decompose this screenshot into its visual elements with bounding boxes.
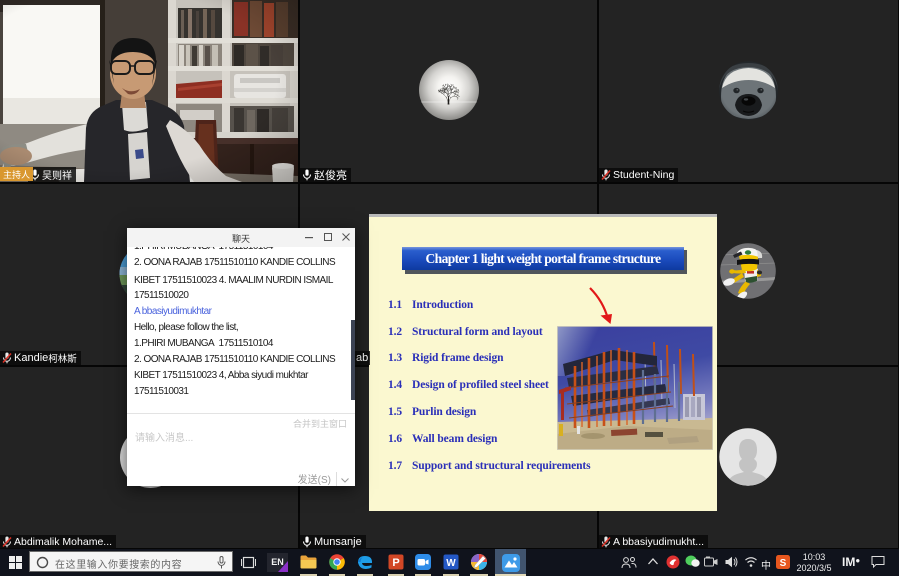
svg-text:P: P	[392, 557, 399, 569]
svg-text:W: W	[446, 558, 456, 569]
svg-text:S: S	[780, 558, 787, 569]
